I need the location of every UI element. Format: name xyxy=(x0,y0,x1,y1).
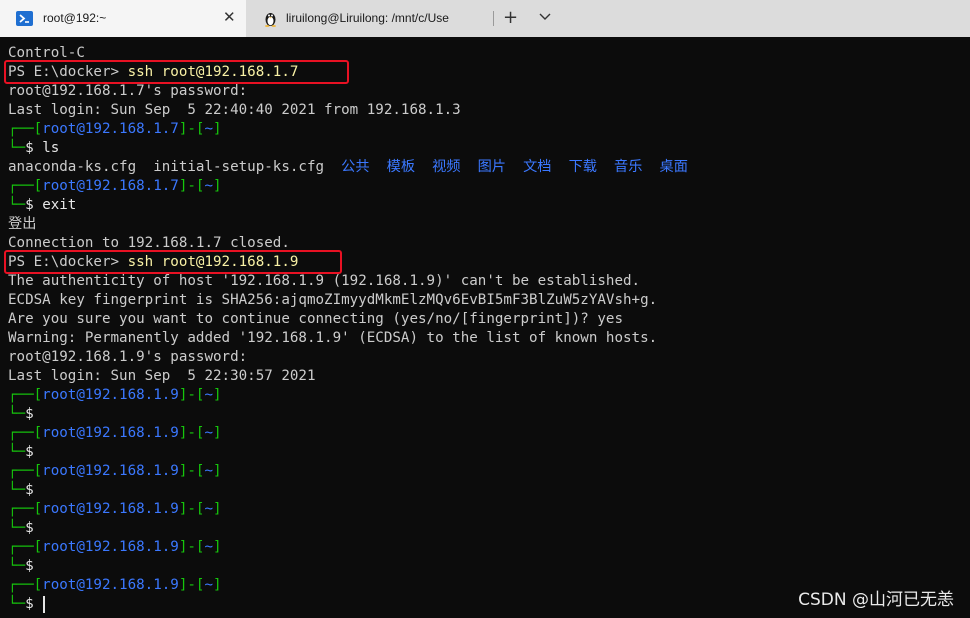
file-name: anaconda-ks.cfg initial-setup-ks.cfg xyxy=(8,159,325,175)
shell-prompt: ┌──[root@192.168.1.7]-[~] xyxy=(8,178,222,194)
command-text: ls xyxy=(42,140,60,156)
terminal-line: ECDSA key fingerprint is SHA256:ajqmoZIm… xyxy=(8,292,658,308)
dir-name: 图片 xyxy=(477,159,506,175)
prompt-symbol: $ xyxy=(25,558,34,574)
shell-prompt: ┌──[root@192.168.1.9]-[~] xyxy=(8,501,222,517)
dir-name: 模板 xyxy=(386,159,416,175)
prompt-symbol: $ xyxy=(25,197,34,213)
prompt-dir: ~ xyxy=(204,178,214,194)
prompt-dir: ~ xyxy=(204,121,214,137)
tab-liruilong[interactable]: liruilong@Liruilong: /mnt/c/Use xyxy=(246,0,492,37)
ls-output: anaconda-ks.cfg initial-setup-ks.cfg 公共 … xyxy=(8,158,688,177)
prompt-dir: ~ xyxy=(204,463,214,479)
prompt-dir: ~ xyxy=(204,387,214,403)
prompt-symbol: $ xyxy=(25,482,34,498)
prompt-symbol: $ xyxy=(25,406,34,422)
dir-name: 桌面 xyxy=(659,159,688,175)
prompt-host: root@192.168.1.9 xyxy=(42,387,179,403)
prompt-host: root@192.168.1.9 xyxy=(42,577,179,593)
watermark: CSDN @山河已无恙 xyxy=(798,590,954,610)
terminal-line: Last login: Sun Sep 5 22:40:40 2021 from… xyxy=(8,102,461,118)
shell-prompt: └─$ exit xyxy=(8,197,77,213)
terminal-line: Warning: Permanently added '192.168.1.9'… xyxy=(8,330,658,346)
terminal-line: Are you sure you want to continue connec… xyxy=(8,311,623,327)
dir-name: 公共 xyxy=(341,159,370,175)
prompt-dir: ~ xyxy=(204,425,214,441)
dir-name: 视频 xyxy=(432,159,461,175)
prompt-dir: ~ xyxy=(204,539,214,555)
shell-prompt: └─$ xyxy=(8,406,34,422)
shell-prompt: ┌──[root@192.168.1.9]-[~] xyxy=(8,539,222,555)
tab-bar: root@192:~ ✕ liruilong@Liruilong: /mnt/c… xyxy=(0,0,970,37)
tab-separator xyxy=(493,11,494,26)
dir-name: 文档 xyxy=(523,159,552,175)
prompt-symbol: $ xyxy=(25,520,34,536)
chevron-down-icon[interactable] xyxy=(538,10,552,24)
prompt-host: root@192.168.1.9 xyxy=(42,539,179,555)
prompt-symbol: $ xyxy=(25,596,34,612)
prompt-host: root@192.168.1.7 xyxy=(42,121,179,137)
shell-prompt: ┌──[root@192.168.1.9]-[~] xyxy=(8,463,222,479)
text-cursor xyxy=(43,596,45,613)
command-text: ssh root@192.168.1.7 xyxy=(127,64,299,80)
prompt-symbol: $ xyxy=(25,444,34,460)
shell-prompt: └─$ xyxy=(8,596,34,612)
terminal-output[interactable]: Control-C PS E:\docker> ssh root@192.168… xyxy=(0,37,970,618)
prompt-host: root@192.168.1.7 xyxy=(42,178,179,194)
close-icon[interactable]: ✕ xyxy=(223,9,236,27)
prompt-symbol: $ xyxy=(25,140,34,156)
powershell-icon xyxy=(16,11,33,26)
shell-prompt: └─$ ls xyxy=(8,140,60,156)
prompt-host: root@192.168.1.9 xyxy=(42,501,179,517)
tab-label: root@192:~ xyxy=(43,11,107,25)
shell-prompt: └─$ xyxy=(8,444,34,460)
tab-label: liruilong@Liruilong: /mnt/c/Use xyxy=(286,11,449,25)
terminal-line: 登出 xyxy=(8,216,37,232)
terminal-line: Last login: Sun Sep 5 22:30:57 2021 xyxy=(8,368,316,384)
ps-prompt: PS E:\docker> xyxy=(8,254,128,270)
terminal-line: The authenticity of host '192.168.1.9 (1… xyxy=(8,273,641,289)
shell-prompt: └─$ xyxy=(8,558,34,574)
command-text: exit xyxy=(42,197,77,213)
command-text: ssh root@192.168.1.9 xyxy=(127,254,299,270)
shell-prompt: ┌──[root@192.168.1.7]-[~] xyxy=(8,121,222,137)
prompt-host: root@192.168.1.9 xyxy=(42,425,179,441)
shell-prompt: └─$ xyxy=(8,520,34,536)
shell-prompt: ┌──[root@192.168.1.9]-[~] xyxy=(8,425,222,441)
dir-name: 下载 xyxy=(568,159,597,175)
shell-prompt: └─$ xyxy=(8,482,34,498)
terminal-line: root@192.168.1.7's password: xyxy=(8,83,248,99)
dir-name: 音乐 xyxy=(614,159,643,175)
ps-prompt: PS E:\docker> xyxy=(8,64,128,80)
tab-root-192[interactable]: root@192:~ ✕ xyxy=(0,0,246,37)
terminal-line: root@192.168.1.9's password: xyxy=(8,349,248,365)
shell-prompt: ┌──[root@192.168.1.9]-[~] xyxy=(8,387,222,403)
terminal-line: PS E:\docker> ssh root@192.168.1.7 xyxy=(8,63,298,82)
shell-prompt: ┌──[root@192.168.1.9]-[~] xyxy=(8,577,222,593)
prompt-host: root@192.168.1.9 xyxy=(42,463,179,479)
prompt-dir: ~ xyxy=(204,501,214,517)
terminal-line: PS E:\docker> ssh root@192.168.1.9 xyxy=(8,253,298,272)
prompt-dir: ~ xyxy=(204,577,214,593)
new-tab-button[interactable]: + xyxy=(503,7,518,28)
linux-penguin-icon xyxy=(265,13,276,27)
